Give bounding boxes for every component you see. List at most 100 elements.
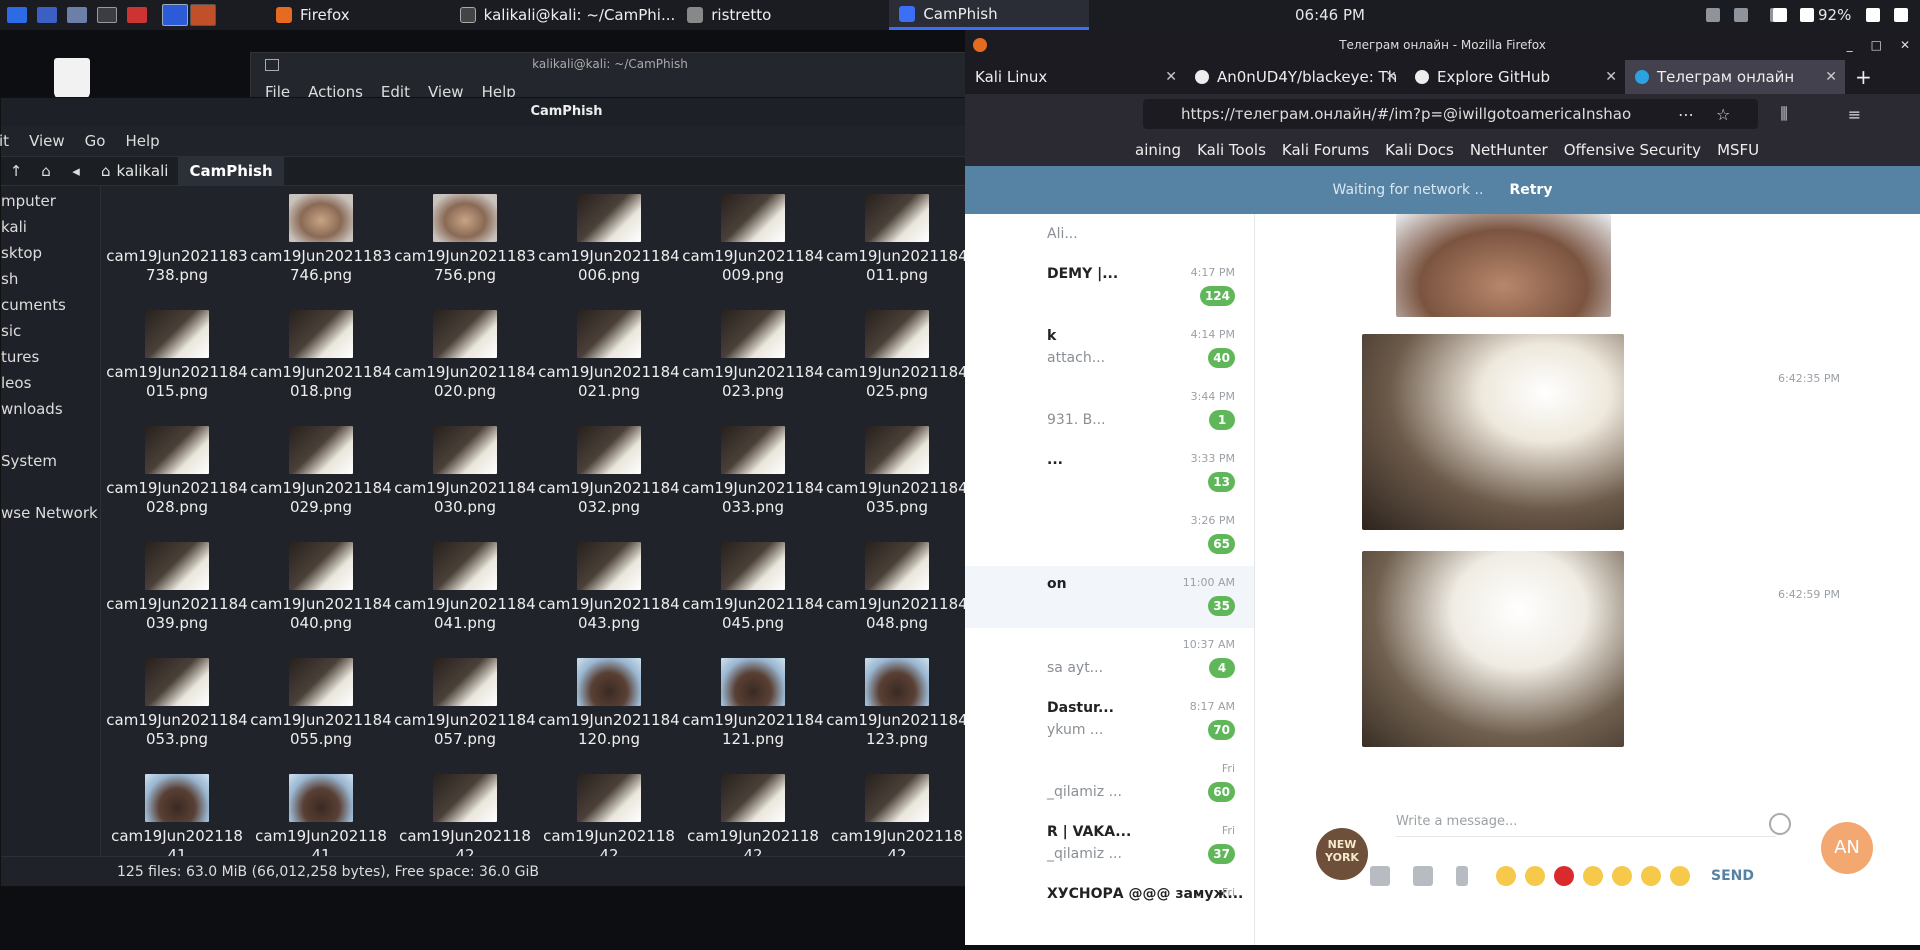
photo-message[interactable] [1362,551,1624,747]
file-item[interactable]: cam19Jun2021184057.png [393,658,537,774]
chat-item[interactable]: ... 3:33 PM 13 [965,442,1254,504]
file-item[interactable]: cam19Jun2021184030.png [393,426,537,542]
up-arrow-icon[interactable]: ↑ [1,156,31,186]
clock[interactable]: 06:46 PM [1295,0,1365,30]
file-item[interactable]: cam19Jun2021184040.png [249,542,393,658]
close-tab-icon[interactable]: ✕ [1825,69,1837,85]
photo-message[interactable] [1396,214,1611,317]
my-avatar[interactable]: AN [1821,822,1873,874]
url-bar[interactable]: https://телеграм.онлайн/#/im?p=@iwillgot… [1143,99,1758,129]
file-item[interactable]: cam19Jun2021184023.png [681,310,825,426]
sidebar-item[interactable]: sktop [1,240,42,266]
browser-launcher-icon[interactable] [124,4,150,26]
workspace-2[interactable] [190,4,216,26]
send-button[interactable]: SEND [1711,868,1754,884]
bookmark-offensive-security[interactable]: Offensive Security [1564,141,1701,159]
breadcrumb-current[interactable]: CamPhish [179,156,284,186]
file-item[interactable]: cam19Jun2021183746.png [249,194,393,310]
bookmark-training[interactable]: aining [1135,141,1181,159]
file-item[interactable]: cam19Jun2021184028.png [105,426,249,542]
trash-desktop-icon[interactable] [54,58,90,100]
power-icon[interactable] [1800,8,1814,22]
bookmark-kali-forums[interactable]: Kali Forums [1282,141,1369,159]
bookmark-star-icon[interactable]: ☆ [1716,105,1730,124]
close-tab-icon[interactable]: ✕ [1605,69,1617,85]
notification-bell-icon[interactable] [1773,8,1787,22]
logout-icon[interactable] [1894,8,1908,22]
tab-kali-linux[interactable]: Kali Linux ✕ [965,60,1185,94]
file-item[interactable]: cam19Jun2021184021.png [537,310,681,426]
file-item[interactable]: cam19Jun2021184041.png [393,542,537,658]
file-item[interactable]: cam19Jun2021184121.png [681,658,825,774]
chat-item[interactable]: ХУСНОРА @@@ замуж... Fri [965,876,1254,938]
library-icon[interactable]: ⫼ [1780,104,1787,124]
emoji-heart-eyes-icon[interactable] [1583,866,1603,886]
sidebar-item[interactable]: System [1,448,57,474]
sidebar-item[interactable]: leos [1,370,31,396]
task-camphish[interactable]: CamPhish [889,0,1090,30]
attach-file-icon[interactable] [1370,866,1390,886]
emoji-kiss-icon[interactable] [1525,866,1545,886]
task-firefox[interactable]: Firefox [266,0,360,30]
file-item[interactable]: cam19Jun2021184035.png [825,426,969,542]
sidebar-item[interactable]: sic [1,318,21,344]
menu-view[interactable]: View [29,132,65,150]
file-item[interactable]: cam19Jun2021184045.png [681,542,825,658]
microphone-icon[interactable] [1456,866,1468,886]
file-item[interactable]: cam19Jun202118 42 [825,774,969,858]
minimize-icon[interactable]: _ [1847,30,1853,60]
task-ristretto[interactable]: ristretto [677,0,781,30]
close-tab-icon[interactable]: ✕ [1165,69,1177,85]
tab-blackeye[interactable]: An0nUD4Y/blackeye: Th ✕ [1185,60,1405,94]
chat-item[interactable]: R | VAKA... _qilamiz ... Fri 37 [965,814,1254,876]
menu-icon[interactable]: ≡ [1848,105,1861,124]
file-item[interactable]: cam19Jun202118 41 [105,774,249,858]
emoji-grin-icon[interactable] [1641,866,1661,886]
menu-go[interactable]: Go [85,132,106,150]
chat-item[interactable]: Ali... [965,214,1254,256]
chat-item[interactable]: 3:26 PM 65 [965,504,1254,566]
task-terminal[interactable]: kalikali@kali: ~/CamPhi... [450,0,686,30]
workspace-1[interactable] [162,4,188,26]
file-item[interactable]: cam19Jun2021184006.png [537,194,681,310]
breadcrumb-home[interactable]: ⌂ kalikali [91,156,180,186]
bookmark-msfu[interactable]: MSFU [1717,141,1759,159]
tab-telegram[interactable]: Телеграм онлайн ✕ [1625,60,1845,94]
file-item[interactable]: cam19Jun2021184033.png [681,426,825,542]
file-item[interactable]: cam19Jun2021184039.png [105,542,249,658]
close-tab-icon[interactable]: ✕ [1385,69,1397,85]
file-item[interactable]: cam19Jun2021184032.png [537,426,681,542]
photo-message[interactable] [1362,334,1624,530]
retry-button[interactable]: Retry [1509,182,1552,198]
sidebar-item[interactable]: cuments [1,292,66,318]
emoji-heart-icon[interactable] [1554,866,1574,886]
tab-explore-github[interactable]: Explore GitHub ✕ [1405,60,1625,94]
emoji-icon[interactable] [1769,813,1791,835]
file-item[interactable]: cam19Jun202118 41 [249,774,393,858]
battery-level[interactable]: 92% [1818,0,1851,30]
chevron-left-icon[interactable]: ◂ [61,156,91,186]
show-desktop-icon[interactable] [34,4,60,26]
close-icon[interactable]: ✕ [1900,30,1910,60]
chat-item[interactable]: 931. B... 3:44 PM 1 [965,380,1254,442]
file-item[interactable]: cam19Jun2021184043.png [537,542,681,658]
sidebar-item[interactable]: tures [1,344,39,370]
display-icon[interactable] [1706,8,1720,22]
bookmark-kali-tools[interactable]: Kali Tools [1197,141,1266,159]
file-item[interactable]: cam19Jun2021184020.png [393,310,537,426]
camera-icon[interactable] [1413,866,1433,886]
bookmark-kali-docs[interactable]: Kali Docs [1385,141,1454,159]
chat-item[interactable]: DEMY |... 4:17 PM 124 [965,256,1254,318]
file-item[interactable]: cam19Jun2021184025.png [825,310,969,426]
file-item[interactable]: cam19Jun2021184055.png [249,658,393,774]
file-item[interactable]: cam19Jun2021184009.png [681,194,825,310]
menu-help[interactable]: Help [125,132,159,150]
file-item[interactable]: cam19Jun202118 42 [681,774,825,858]
lock-icon[interactable] [1866,8,1880,22]
chat-item[interactable]: _qilamiz ... Fri 60 [965,752,1254,814]
file-item[interactable]: cam19Jun2021184123.png [825,658,969,774]
sidebar-item[interactable]: kali [1,214,27,240]
emoji-smile-icon[interactable] [1612,866,1632,886]
file-item[interactable]: cam19Jun2021183756.png [393,194,537,310]
sidebar-item[interactable]: wse Network [1,500,98,526]
